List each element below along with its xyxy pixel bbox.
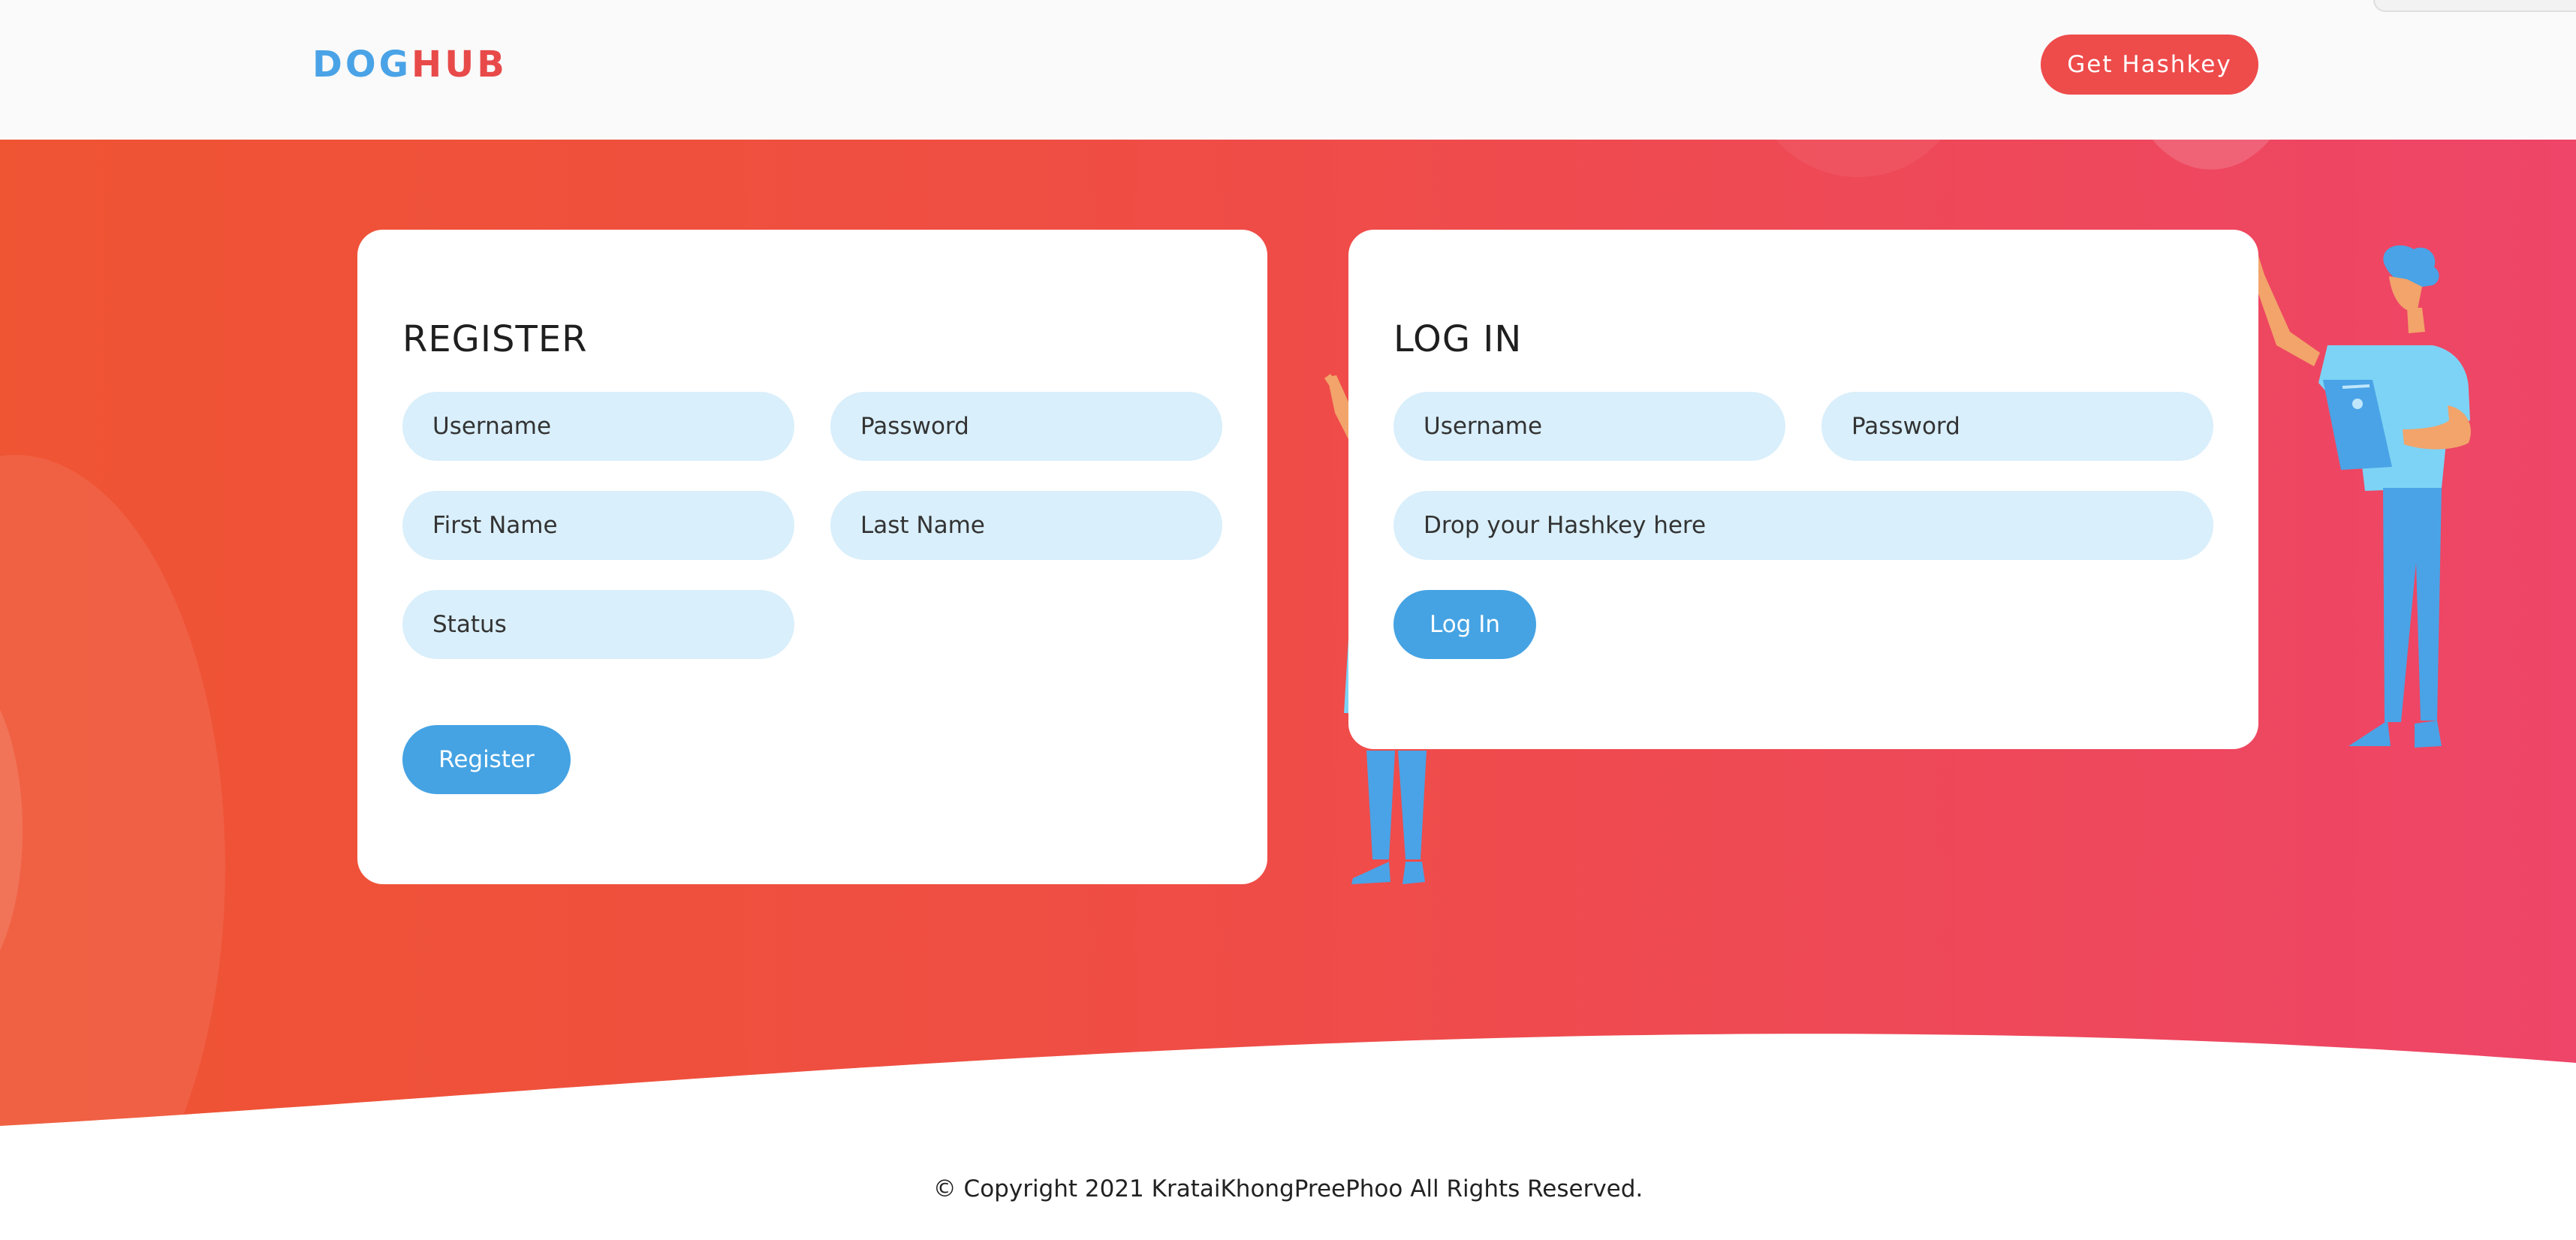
login-username-input[interactable] [1393, 392, 1785, 461]
background-blob [1749, 140, 1967, 177]
logo-dog-text: DOG [312, 44, 412, 86]
status-input[interactable] [402, 590, 794, 659]
login-card: LOG IN Log In [1348, 230, 2258, 749]
logo-hub-text: HUB [411, 44, 508, 86]
login-password-input[interactable] [1821, 392, 2213, 461]
register-card: REGISTER Register [357, 230, 1267, 884]
register-username-input[interactable] [402, 392, 794, 461]
login-title: LOG IN [1393, 318, 1523, 360]
footer-copyright: © Copyright 2021 KrataiKhongPreePhoo All… [932, 1175, 1644, 1202]
hashkey-input[interactable] [1393, 491, 2213, 560]
background-blob [2125, 140, 2297, 170]
register-password-input[interactable] [830, 392, 1222, 461]
login-button[interactable]: Log In [1393, 590, 1536, 659]
top-navbar: DOGHUB Get Hashkey [0, 0, 2576, 140]
last-name-input[interactable] [830, 491, 1222, 560]
wave-divider [0, 1034, 2576, 1141]
register-title: REGISTER [402, 318, 588, 360]
first-name-input[interactable] [402, 491, 794, 560]
browser-corner-tab [2373, 0, 2576, 12]
person-illustration-right [2240, 239, 2471, 748]
get-hashkey-button[interactable]: Get Hashkey [2041, 35, 2258, 95]
doghub-logo[interactable]: DOGHUB [312, 42, 508, 87]
register-button[interactable]: Register [402, 725, 571, 794]
